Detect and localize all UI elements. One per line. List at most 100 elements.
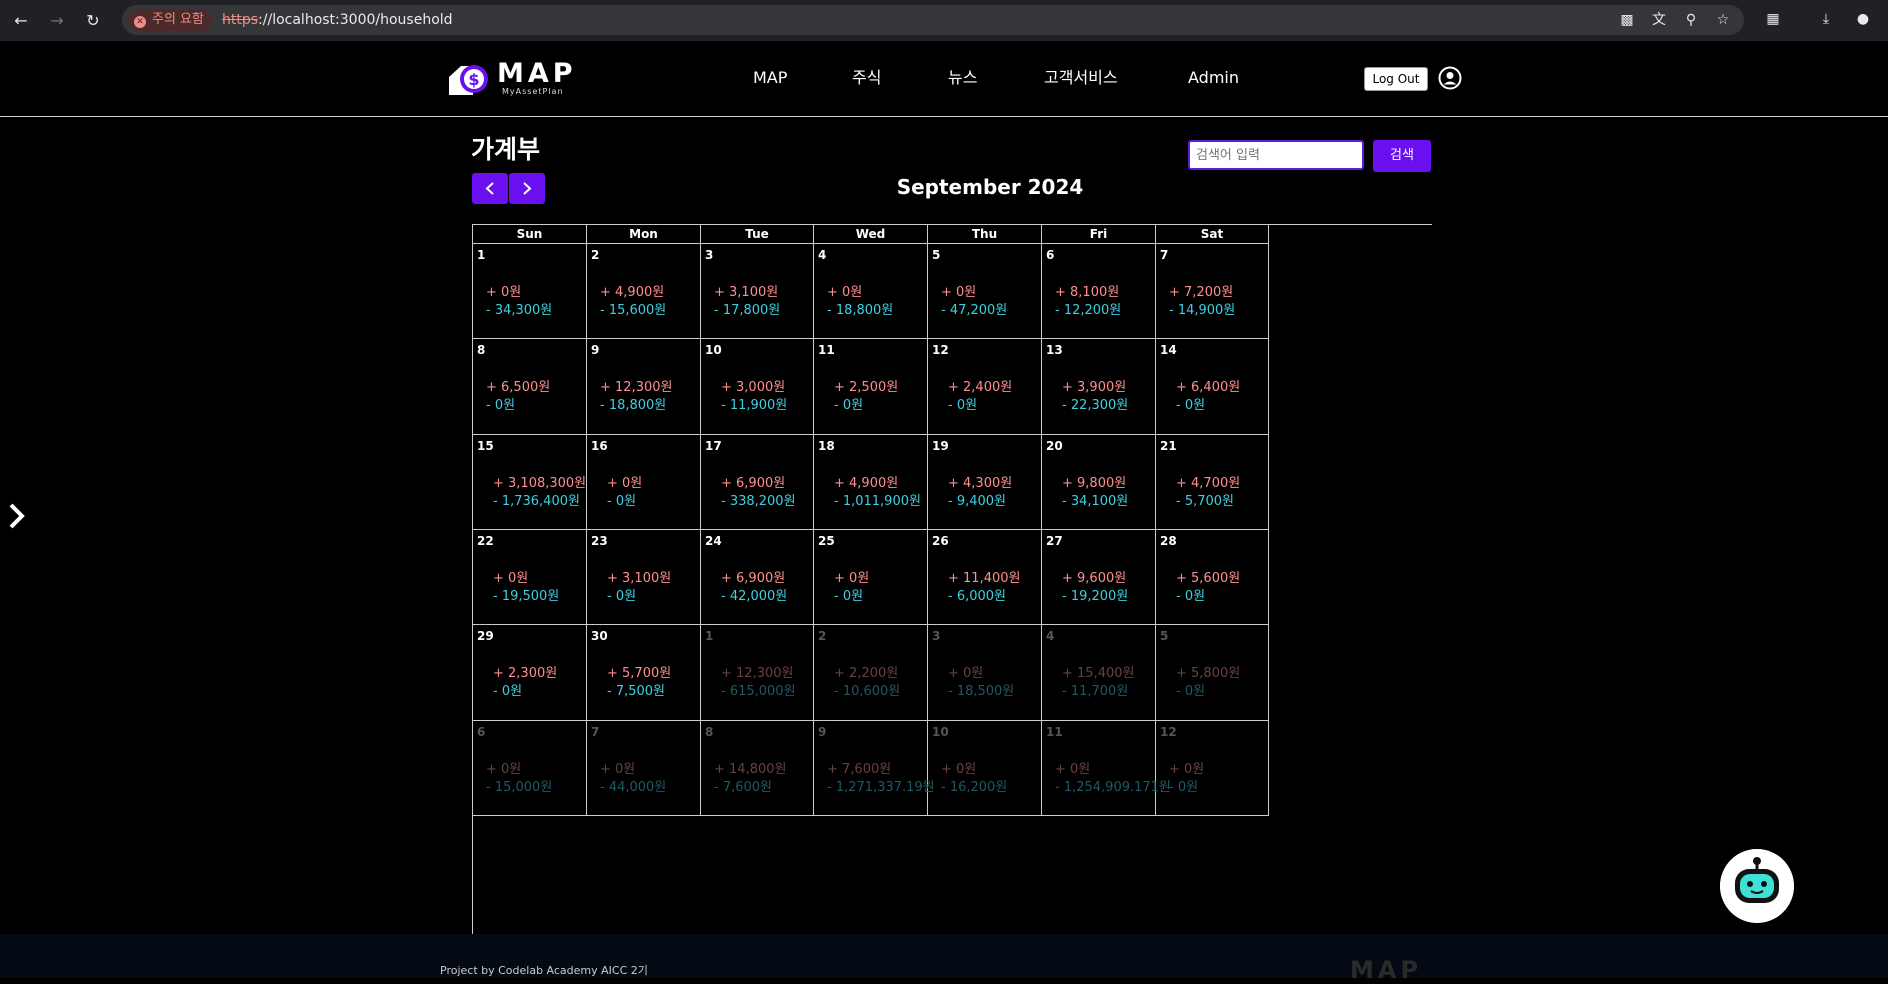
bookmark-star-icon[interactable]: ☆ bbox=[1712, 9, 1734, 31]
day-expense: - 0원 bbox=[1169, 780, 1199, 795]
day-income: + 3,108,300원 bbox=[493, 476, 587, 491]
calendar-day-cell[interactable]: 17 + 6,900원 - 338,200원 bbox=[701, 435, 814, 530]
day-number: 11 bbox=[818, 343, 835, 357]
chevron-left-icon bbox=[485, 182, 494, 195]
profile-avatar-icon[interactable]: ● bbox=[1852, 8, 1874, 30]
calendar-day-cell[interactable]: 13 + 3,900원 - 22,300원 bbox=[1042, 339, 1156, 435]
day-income: + 0원 bbox=[1055, 762, 1091, 777]
calendar-day-cell[interactable]: 12 + 2,400원 - 0원 bbox=[928, 339, 1042, 435]
day-income: + 0원 bbox=[486, 285, 522, 300]
calendar-day-cell-other-month[interactable]: 1 + 12,300원 - 615,000원 bbox=[701, 625, 814, 721]
calendar-day-cell[interactable]: 15 + 3,108,300원 - 1,736,400원 bbox=[473, 435, 587, 530]
calendar-day-cell[interactable]: 28 + 5,600원 - 0원 bbox=[1156, 530, 1269, 625]
day-expense: - 0원 bbox=[1176, 398, 1206, 413]
day-expense: - 22,300원 bbox=[1062, 398, 1129, 413]
day-number: 21 bbox=[1160, 439, 1177, 453]
nav-customer-service[interactable]: 고객서비스 bbox=[1044, 68, 1118, 88]
day-income: + 12,300원 bbox=[600, 380, 673, 395]
calendar-day-cell[interactable]: 16 + 0원 - 0원 bbox=[587, 435, 701, 530]
day-income: + 0원 bbox=[486, 762, 522, 777]
calendar-day-cell[interactable]: 18 + 4,900원 - 1,011,900원 bbox=[814, 435, 928, 530]
calendar-day-cell[interactable]: 1 + 0원 - 34,300원 bbox=[473, 244, 587, 339]
sidebar-toggle-chevron-icon[interactable] bbox=[6, 500, 28, 532]
logout-button[interactable]: Log Out bbox=[1364, 67, 1428, 91]
calendar-day-cell[interactable]: 3 + 3,100원 - 17,800원 bbox=[701, 244, 814, 339]
chatbot-button[interactable] bbox=[1720, 849, 1794, 923]
weekday-header: Tue bbox=[701, 225, 814, 244]
download-icon[interactable]: ⤓ bbox=[1815, 8, 1837, 30]
calendar-day-cell-other-month[interactable]: 11 + 0원 - 1,254,909.171원 bbox=[1042, 721, 1171, 816]
day-expense: - 34,100원 bbox=[1062, 494, 1129, 509]
extensions-icon[interactable]: ▦ bbox=[1762, 8, 1784, 30]
calendar-day-cell[interactable]: 8 + 6,500원 - 0원 bbox=[473, 339, 587, 435]
site-logo[interactable]: $ MAP MyAssetPlan bbox=[447, 59, 587, 99]
day-expense: - 1,271,337.19원 bbox=[827, 780, 935, 795]
calendar-day-cell[interactable]: 11 + 2,500원 - 0원 bbox=[814, 339, 928, 435]
nav-news[interactable]: 뉴스 bbox=[948, 68, 977, 88]
day-number: 11 bbox=[1046, 725, 1063, 739]
address-bar[interactable]: ✕ 주의 요함 https://localhost:3000/household … bbox=[122, 5, 1744, 35]
calendar-day-cell[interactable]: 24 + 6,900원 - 42,000원 bbox=[701, 530, 814, 625]
calendar-day-cell-other-month[interactable]: 9 + 7,600원 - 1,271,337.19원 bbox=[814, 721, 935, 816]
calendar-day-cell[interactable]: 19 + 4,300원 - 9,400원 bbox=[928, 435, 1042, 530]
calendar-day-cell[interactable]: 20 + 9,800원 - 34,100원 bbox=[1042, 435, 1156, 530]
calendar-day-cell[interactable]: 7 + 7,200원 - 14,900원 bbox=[1156, 244, 1269, 339]
calendar-day-cell[interactable]: 29 + 2,300원 - 0원 bbox=[473, 625, 587, 721]
calendar-day-cell[interactable]: 26 + 11,400원 - 6,000원 bbox=[928, 530, 1042, 625]
calendar-day-cell[interactable]: 9 + 12,300원 - 18,800원 bbox=[587, 339, 701, 435]
translate-icon[interactable]: 文 bbox=[1648, 9, 1670, 31]
nav-admin[interactable]: Admin bbox=[1188, 68, 1239, 88]
day-number: 17 bbox=[705, 439, 722, 453]
url-text[interactable]: https://localhost:3000/household bbox=[222, 5, 453, 35]
nav-stocks[interactable]: 주식 bbox=[852, 68, 881, 88]
install-app-icon[interactable]: ▩ bbox=[1616, 9, 1638, 31]
calendar-day-cell-other-month[interactable]: 8 + 14,800원 - 7,600원 bbox=[701, 721, 814, 816]
calendar-day-cell[interactable]: 10 + 3,000원 - 11,900원 bbox=[701, 339, 814, 435]
forward-icon[interactable]: → bbox=[46, 10, 68, 32]
calendar-day-cell-other-month[interactable]: 12 + 0원 - 0원 bbox=[1156, 721, 1269, 816]
calendar-day-cell-other-month[interactable]: 3 + 0원 - 18,500원 bbox=[928, 625, 1042, 721]
calendar-day-cell-other-month[interactable]: 7 + 0원 - 44,000원 bbox=[587, 721, 701, 816]
warning-icon: ✕ bbox=[134, 16, 146, 28]
day-expense: - 0원 bbox=[607, 494, 637, 509]
calendar-day-cell-other-month[interactable]: 5 + 5,800원 - 0원 bbox=[1156, 625, 1269, 721]
back-icon[interactable]: ← bbox=[10, 10, 32, 32]
calendar-day-cell[interactable]: 25 + 0원 - 0원 bbox=[814, 530, 928, 625]
user-profile-icon[interactable] bbox=[1438, 66, 1462, 90]
calendar-day-cell-other-month[interactable]: 10 + 0원 - 16,200원 bbox=[928, 721, 1042, 816]
reload-icon[interactable]: ↻ bbox=[82, 10, 104, 32]
calendar-day-cell[interactable]: 22 + 0원 - 19,500원 bbox=[473, 530, 587, 625]
weekday-header: Sun bbox=[473, 225, 587, 244]
next-month-button[interactable] bbox=[509, 173, 545, 204]
day-income: + 0원 bbox=[834, 571, 870, 586]
calendar-day-cell[interactable]: 23 + 3,100원 - 0원 bbox=[587, 530, 701, 625]
day-income: + 2,400원 bbox=[948, 380, 1013, 395]
current-month-label: September 2024 bbox=[896, 175, 1084, 199]
calendar-day-cell[interactable]: 5 + 0원 - 47,200원 bbox=[928, 244, 1042, 339]
search-button[interactable]: 검색 bbox=[1373, 140, 1431, 172]
day-expense: - 0원 bbox=[1176, 684, 1206, 699]
day-number: 3 bbox=[932, 629, 941, 643]
calendar-day-cell-other-month[interactable]: 4 + 15,400원 - 11,700원 bbox=[1042, 625, 1156, 721]
zoom-icon[interactable]: ⚲ bbox=[1680, 9, 1702, 31]
calendar-day-cell-other-month[interactable]: 6 + 0원 - 15,000원 bbox=[473, 721, 587, 816]
calendar-day-cell[interactable]: 27 + 9,600원 - 19,200원 bbox=[1042, 530, 1156, 625]
calendar-day-cell[interactable]: 6 + 8,100원 - 12,200원 bbox=[1042, 244, 1156, 339]
day-income: + 0원 bbox=[948, 666, 984, 681]
day-income: + 7,200원 bbox=[1169, 285, 1234, 300]
nav-map[interactable]: MAP bbox=[753, 68, 787, 88]
day-income: + 6,400원 bbox=[1176, 380, 1241, 395]
security-warning-chip[interactable]: ✕ 주의 요함 bbox=[128, 9, 212, 31]
prev-month-button[interactable] bbox=[472, 173, 508, 204]
calendar-day-cell[interactable]: 21 + 4,700원 - 5,700원 bbox=[1156, 435, 1269, 530]
search-input[interactable] bbox=[1188, 140, 1364, 170]
day-number: 30 bbox=[591, 629, 608, 643]
calendar-day-cell[interactable]: 14 + 6,400원 - 0원 bbox=[1156, 339, 1269, 435]
weekday-header: Fri bbox=[1042, 225, 1156, 244]
calendar-day-cell[interactable]: 30 + 5,700원 - 7,500원 bbox=[587, 625, 701, 721]
calendar-day-cell[interactable]: 2 + 4,900원 - 15,600원 bbox=[587, 244, 701, 339]
day-expense: - 1,736,400원 bbox=[493, 494, 580, 509]
calendar-day-cell[interactable]: 4 + 0원 - 18,800원 bbox=[814, 244, 928, 339]
calendar-day-cell-other-month[interactable]: 2 + 2,200원 - 10,600원 bbox=[814, 625, 928, 721]
day-expense: - 15,600원 bbox=[600, 303, 667, 318]
